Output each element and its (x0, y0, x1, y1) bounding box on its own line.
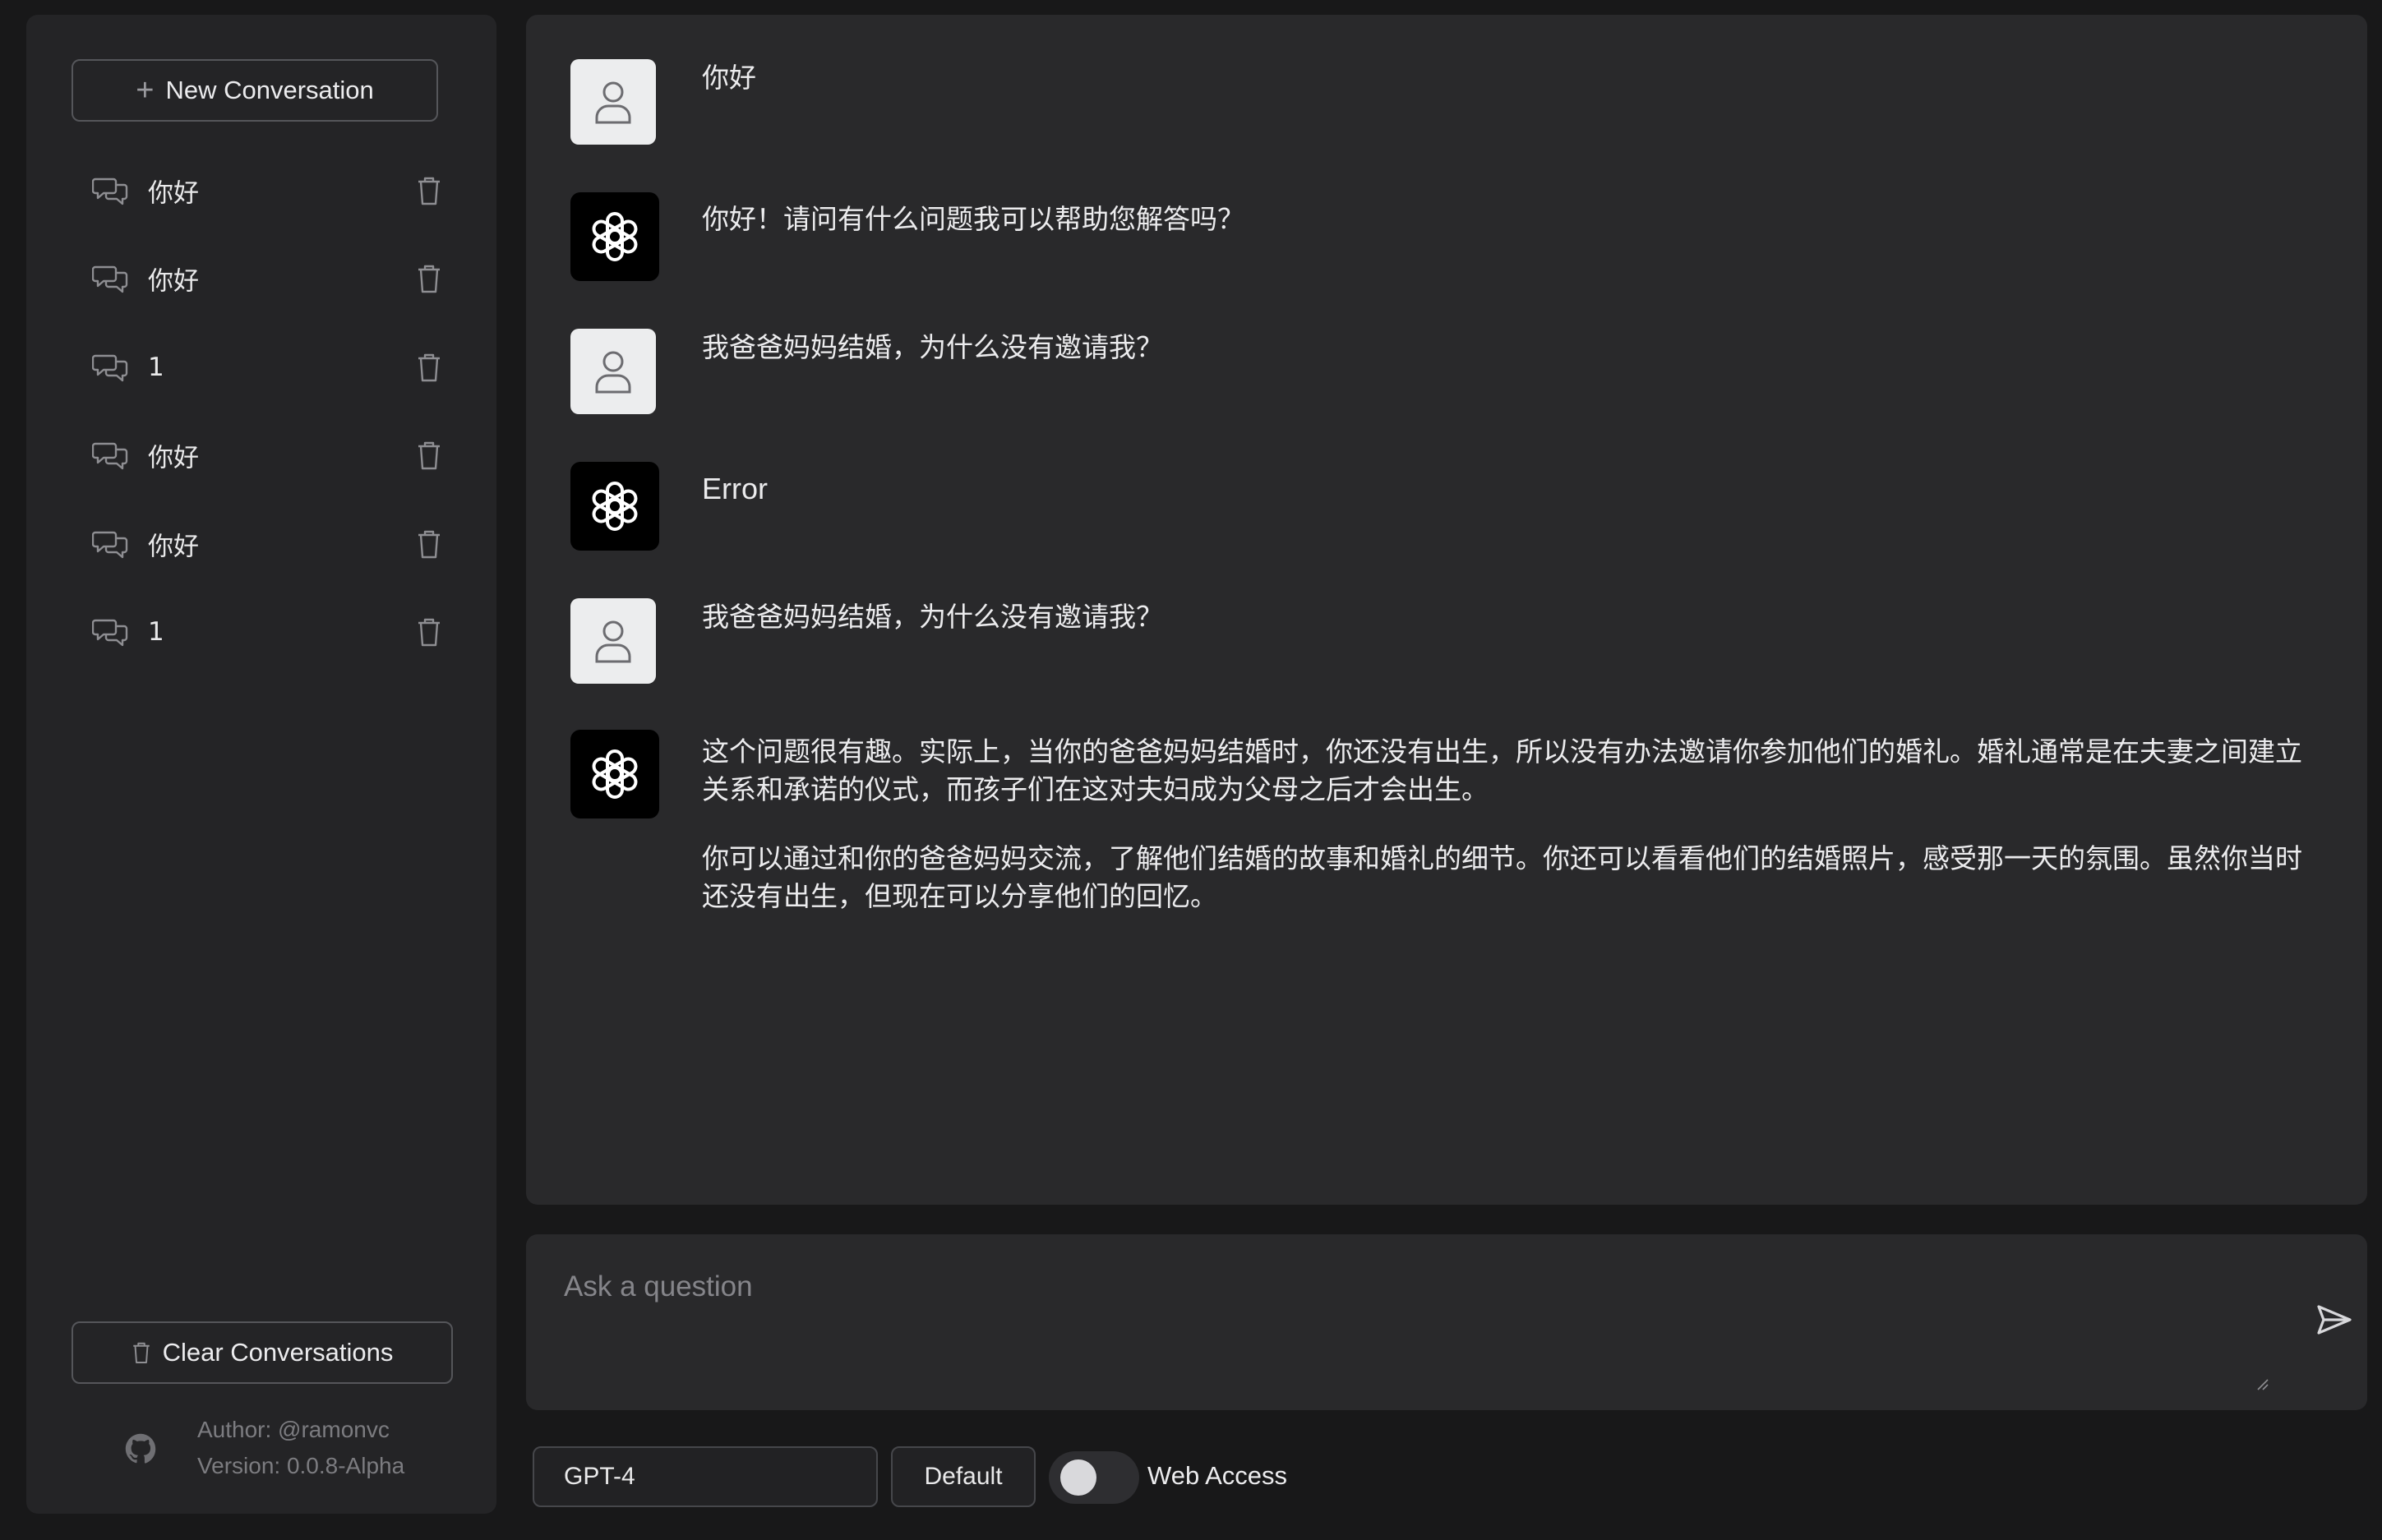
github-icon[interactable] (125, 1433, 156, 1464)
trash-icon[interactable] (416, 175, 442, 206)
author-text: Author: @ramonvc (197, 1417, 390, 1442)
user-avatar (570, 598, 656, 684)
openai-logo-icon (592, 212, 638, 261)
version-text: Version: 0.0.8-Alpha (197, 1453, 405, 1478)
trash-icon[interactable] (416, 616, 442, 648)
sidebar: + New Conversation 你好 你好 1 你好 你好 1 Clear… (26, 15, 496, 1514)
trash-icon (132, 1342, 150, 1363)
message-text: Error (702, 472, 768, 505)
chat-bubbles-icon (92, 178, 128, 205)
user-icon (595, 81, 631, 124)
send-icon[interactable] (2316, 1303, 2352, 1336)
assistant-avatar (570, 730, 659, 818)
resize-handle-icon[interactable] (2255, 1377, 2269, 1390)
plus-icon: + (136, 73, 155, 108)
input-placeholder: Ask a question (564, 1270, 753, 1303)
question-input[interactable]: Ask a question (526, 1234, 2367, 1410)
preset-button[interactable]: Default (891, 1446, 1036, 1507)
message-text: 你好！请问有什么问题我可以帮助您解答吗？ (702, 203, 1244, 235)
chat-bubbles-icon (92, 443, 128, 470)
user-avatar (570, 59, 656, 145)
trash-icon[interactable] (416, 263, 442, 294)
conversation-title: 你好 (148, 178, 199, 209)
trash-icon[interactable] (416, 528, 442, 560)
new-conversation-button[interactable]: + New Conversation (72, 59, 438, 122)
message-text: 我爸爸妈妈结婚，为什么没有邀请我？ (702, 601, 1163, 633)
trash-icon[interactable] (416, 440, 442, 471)
message-paragraph: 你可以通过和你的爸爸妈妈交流，了解他们结婚的故事和婚礼的细节。你还可以看看他们的… (702, 842, 2302, 912)
conversation-list: 你好 你好 1 你好 你好 1 (26, 146, 496, 676)
message-text: 这个问题很有趣。实际上，当你的爸爸妈妈结婚时，你还没有出生，所以没有办法邀请你参… (702, 733, 2313, 947)
model-select[interactable]: GPT-4 (533, 1446, 878, 1507)
message-text: 你好 (702, 62, 756, 94)
chat-panel: 你好 你好！请问有什么问题我可以帮助您解答吗？ 我爸爸妈妈结婚，为什么没有邀请我… (526, 15, 2367, 1205)
chat-bubbles-icon (92, 531, 128, 558)
assistant-avatar (570, 462, 659, 551)
trash-icon[interactable] (416, 352, 442, 383)
conversation-item[interactable]: 1 (26, 323, 496, 412)
clear-conversations-button[interactable]: Clear Conversations (72, 1321, 453, 1384)
conversation-title: 你好 (148, 266, 199, 297)
user-icon (595, 351, 631, 394)
clear-conversations-label: Clear Conversations (162, 1338, 394, 1367)
web-access-toggle[interactable] (1049, 1451, 1139, 1504)
toggle-knob (1060, 1459, 1096, 1496)
web-access-label: Web Access (1147, 1461, 1288, 1490)
conversation-item[interactable]: 1 (26, 588, 496, 677)
conversation-item[interactable]: 你好 (26, 146, 496, 235)
user-avatar (570, 329, 656, 414)
conversation-title: 1 (148, 352, 164, 382)
message-text: 我爸爸妈妈结婚，为什么没有邀请我？ (702, 331, 1163, 363)
conversation-title: 1 (148, 617, 164, 648)
openai-logo-icon (592, 482, 638, 531)
chat-bubbles-icon (92, 620, 128, 647)
chat-bubbles-icon (92, 266, 128, 293)
new-conversation-label: New Conversation (165, 76, 374, 104)
openai-logo-icon (592, 749, 638, 799)
user-icon (595, 620, 631, 663)
conversation-item[interactable]: 你好 (26, 235, 496, 324)
assistant-avatar (570, 192, 659, 281)
conversation-title: 你好 (148, 443, 199, 473)
conversation-item[interactable]: 你好 (26, 412, 496, 500)
chat-bubbles-icon (92, 354, 128, 381)
conversation-item[interactable]: 你好 (26, 500, 496, 588)
conversation-title: 你好 (148, 532, 199, 562)
message-paragraph: 这个问题很有趣。实际上，当你的爸爸妈妈结婚时，你还没有出生，所以没有办法邀请你参… (702, 735, 2302, 805)
